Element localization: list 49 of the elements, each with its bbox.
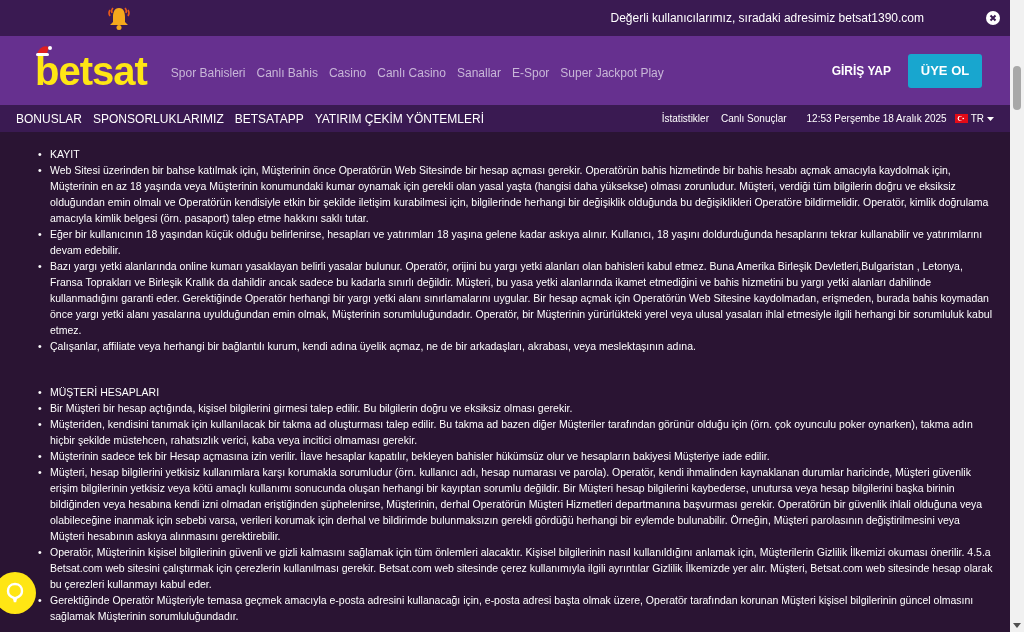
scrollbar-thumb[interactable] [1013, 66, 1021, 110]
nav-link[interactable]: Canlı Bahis [256, 65, 318, 80]
menu-link[interactable]: SPONSORLUKLARIMIZ [93, 111, 224, 126]
menu-link[interactable]: BONUSLAR [16, 111, 83, 126]
menu-link[interactable]: BETSATAPP [234, 111, 304, 126]
terms-paragraph: Bazı yargı yetki alanlarında online kumarı yasaklayan belirli yasalar bulunur. Operatör, orijini bu yargı yetki alanları olan bahisleri kabul etmez. Buna Amerika Birleşik Devletleri,Bulgaristan , Letonya, Fransa Toprakları ve Birleşik Krallık da dahildir ancak sadece bu kadarla sınırlı değildir. Müşteri, bu yasa yetki alanlarında ikamet etmediğini ve bahis hizmetini bu yargı yetki alanları dahilinde kullanmadığını garanti eder. Gerektiğinde Operatör herhangi bir yargı yetki alanı sınırlamalarını uygular. Bir hesap açmak için Operatörün Web Sitesine kaydolmadan, erişmeden, burada bahis koymadan önce yargı yetki alanı yasalarına uyulduğundan emin olmak, Müşterinin sorumluluğundadır. Operatör, bir Müşterinin yürürlükteki yerel veya ulusal yasaları ihlal etmesiyle ilgili herhangi bir sorumluluk kabul etmez. [50, 259, 993, 338]
nav-link[interactable]: E-Spor [512, 65, 550, 80]
nav-link[interactable]: Spor Bahisleri [170, 65, 246, 80]
bullet: • [38, 401, 43, 416]
chat-button[interactable] [0, 572, 36, 614]
scroll-down-icon[interactable] [1013, 623, 1021, 628]
menu-link[interactable]: İstatistikler [661, 113, 709, 124]
bullet: • [38, 545, 43, 560]
menu-link[interactable]: YATIRIM ÇEKİM YÖNTEMLERİ [314, 111, 484, 126]
section-heading: MÜŞTERİ HESAPLARI [50, 385, 161, 400]
bullet: • [38, 339, 43, 354]
bell-icon [106, 5, 132, 31]
caret-icon [987, 116, 994, 121]
terms-paragraph: Müşteriden, kendisini tanımak için kullanılacak bir takma ad oluşturması talep edilir. Bu takma ad bazen diğer Müşteriler tarafından görünür olduğu için (örn. çok oyunculu poker oynarken), takma adın hiçbir şekilde müstehcen, rahatsızlık verici, kaba veya incitici olmaması gerekir. [50, 417, 974, 448]
bullet: • [38, 385, 43, 400]
language-selector[interactable]: TR [954, 113, 994, 124]
flag-icon [954, 114, 968, 123]
bullet: • [38, 147, 43, 162]
terms-paragraph: Web Sitesi üzerinden bir bahse katılmak için, Müşterinin önce Operatörün Web Sitesinde bir hesap açması gerekir. Operatörün bahis hizmetinde bir bahis hesabı açmak amacıyla kaydolmak için, Müşterinin en az 18 yaşında veya Müşterinin konumundaki kumar oynamak için gerekli olan yasal yaşta (hangisi daha yüksekse) olması zorunludur. Müşteri, verdiği tüm bilgilerin doğru ve eksiksiz olduğundan emin olmalı ve Operatörün kendisiyle etkin bir şekilde iletişim kurabilmesi için, bilgilerinde herhangi bir değişiklik olduğunda bu değişiklikleri Operatöre bildirmelidir. Operatör, kimlik doğrulama amacıyla kimlik belgesi (örn. pasaport) talep etme hakkını saklı tutar. [50, 163, 990, 226]
bullet: • [38, 593, 43, 608]
bullet: • [38, 449, 43, 464]
nav-link[interactable]: Super Jackpot Play [560, 65, 664, 80]
bullet: • [38, 227, 43, 242]
logo[interactable]: betsat [35, 48, 147, 93]
bullet: • [38, 417, 43, 432]
terms-paragraph: Müşterinin sadece tek bir Hesap açmasına izin verilir. İlave hesaplar kapatılır, bekleyen bahisler hükümsüz olur ve hesapların bakiyesi Müşteriye iade edilir. [50, 449, 771, 464]
login-link[interactable]: GİRİŞ YAP [831, 63, 891, 78]
date-time: 12:53 Perşembe 18 Aralık 2025 [806, 113, 947, 124]
nav-link[interactable]: Casino [328, 65, 367, 80]
terms-paragraph: Gerektiğinde Operatör Müşteriyle temasa geçmek amacıyla e-posta adresini kullanacağı için, e-posta adresi başta olmak üzere, Operatör tarafından korunan Müşteri kişisel bilgilerinin güncel olmasını sağlamak Müşterinin sorumluluğundadır. [50, 593, 975, 624]
section-heading: KAYIT [50, 147, 81, 162]
menu-link[interactable]: Canlı Sonuçlar [720, 113, 787, 124]
terms-paragraph: Operatör, Müşterinin kişisel bilgilerinin güvenli ve gizli kalmasını sağlamak için tüm önlemleri alacaktır. Kişisel bilgilerinin nasıl kullanıldığını anlamak için, Müşterilerin Gizlilik İlkemizi okuması önerilir. 4.5.a Betsat.com web sitesini çalıştırmak için çerezlerin kullanılması gerekir. Betsat.com web sitesinde çerez kullanımıyla ilgili ayrıntılar Gizlilik İlkemizde yer alır. Müşteri, Betsat.com web sitesinde hesap olarak bu çerezleri kullanmayı kabul eder. [50, 545, 994, 592]
bullet: • [38, 465, 43, 480]
nav-link[interactable]: Sanallar [456, 65, 501, 80]
terms-paragraph: Müşteri, hesap bilgilerini yetkisiz kullanımlara karşı korumakla sorumludur (örn. kullanıcı adı, hesap numarası ve parola). Operatör, kendi ihmalinden kaynaklanan durumlar haricinde, Müşteri güvenlik erişim bilgilerinin yetkisiz veya kötü amaçlı kullanımı sonucunda oluşan herhangi bir kayıptan sorumlu değildir. Bir Müşteri hesap bilgilerini kaybederse, unutursa veya hesap bilgilerini başka birinin bildiğinden veya hesabına kendi izni olmadan eriştiğinden şüphelenirse, Müşterinin, derhal Operatörün Müşteri Hizmetleri departmanına başvurması gerekir. Operatörün bir güvenlik ihlali olduğuna veya olabileceğine inanmak için sebebi varsa, verileri korumak için derhal ve bildirimde bulunmaksızın gerekli gördüğü herhangi bir eylemde bulunabilir. Örneğin, Müşteri parolasının değiştirilmesini veya Müşteri hesabının askıya alınmasını gerektirebilir. [50, 465, 984, 544]
bullet: • [38, 163, 43, 178]
nav-link[interactable]: Canlı Casino [377, 65, 446, 80]
bullet: • [38, 259, 43, 274]
terms-paragraph: Bir Müşteri bir hesap açtığında, kişisel bilgilerini girmesi talep edilir. Bu bilgilerin doğru ve eksiksiz olması gerekir. [50, 401, 574, 416]
close-icon[interactable] [986, 11, 1000, 25]
terms-paragraph: Eğer bir kullanıcının 18 yaşından küçük olduğu belirlenirse, hesapları ve yatırımları 18 yaşına gelene kadar askıya alınır. Kullanıcı, 18 yaşını doldurduğunda hesaplarını tekrar kullanabilir ve yatırımlarını devam edebilir. [50, 227, 984, 258]
terms-paragraph: Çalışanlar, affiliate veya herhangi bir bağlantılı kurum, kendi adına üyelik açmaz, ne de bir arkadaşları, akrabası, veya meslektaşının adına. [50, 339, 697, 354]
announcement-text: Değerli kullanıcılarımız, sıradaki adresimiz betsat1390.com [610, 11, 924, 25]
